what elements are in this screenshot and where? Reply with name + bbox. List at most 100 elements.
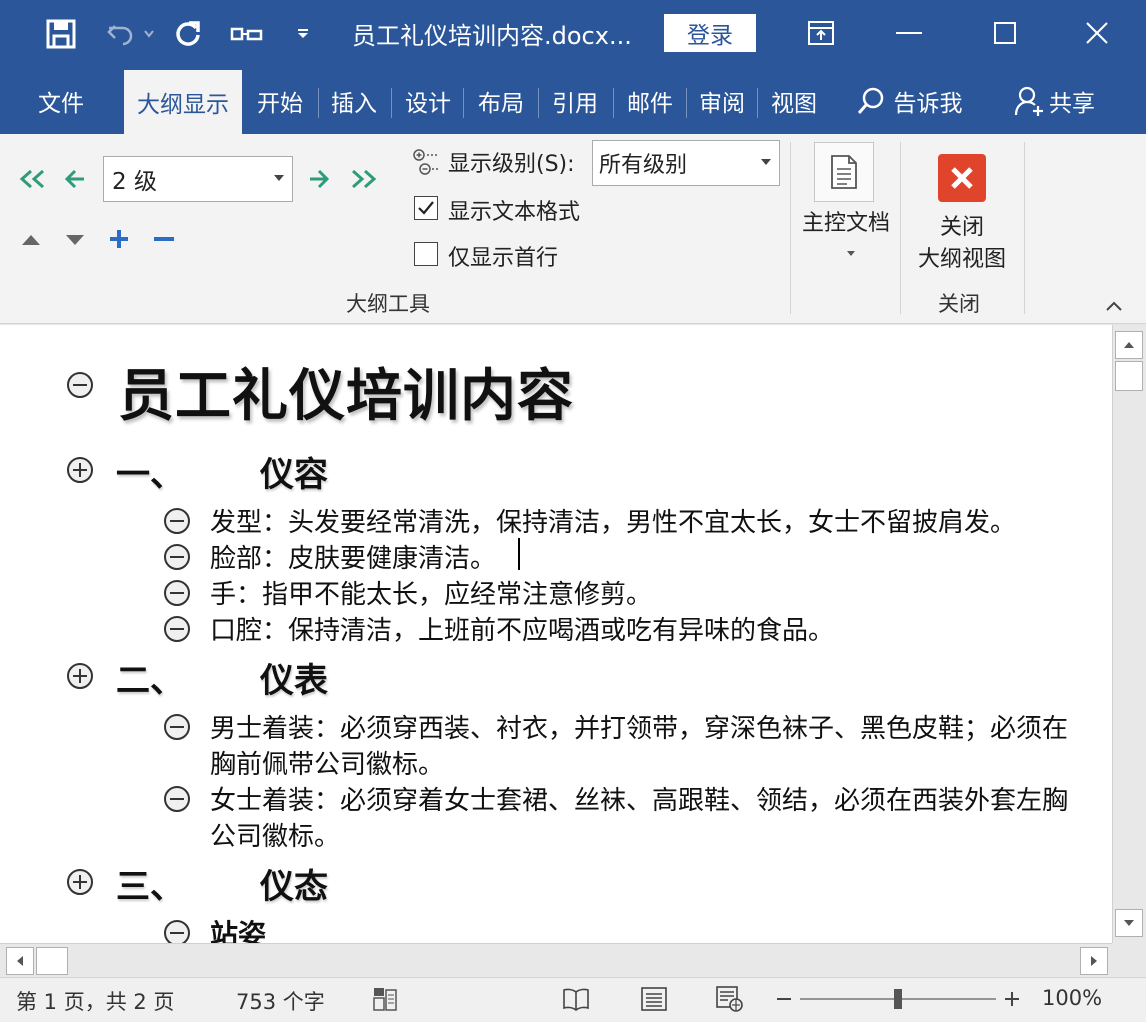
move-up-icon[interactable]	[18, 228, 44, 252]
tab-layout[interactable]: 布局	[469, 68, 533, 134]
scroll-left-icon[interactable]	[6, 947, 34, 975]
zoom-in-icon[interactable]	[1002, 988, 1022, 1010]
tab-outline[interactable]: 大纲显示	[124, 70, 242, 134]
maximize-icon[interactable]	[980, 8, 1030, 58]
horizontal-scroll-thumb[interactable]	[36, 947, 68, 975]
vertical-scrollbar[interactable]	[1112, 325, 1146, 943]
save-icon[interactable]	[36, 10, 86, 58]
close-outline-view-button[interactable]: 关闭 大纲视图	[908, 212, 1016, 276]
outline-collapse-symbol[interactable]	[164, 616, 190, 642]
share-label: 共享	[1049, 84, 1095, 118]
tab-references[interactable]: 引用	[543, 68, 607, 134]
outline-collapse-symbol[interactable]	[164, 714, 190, 740]
document-heading[interactable]: 员工礼仪培训内容	[118, 351, 574, 432]
tab-view[interactable]: 视图	[762, 68, 826, 134]
show-first-line-only-checkbox[interactable]	[414, 242, 438, 266]
outline-collapse-symbol[interactable]	[164, 786, 190, 812]
login-button[interactable]: 登录	[664, 14, 756, 52]
demote-to-body-text-icon[interactable]	[346, 164, 382, 194]
group-divider	[790, 142, 791, 314]
demote-icon[interactable]	[304, 164, 334, 194]
print-layout-icon[interactable]	[638, 984, 670, 1014]
tab-separator	[757, 88, 758, 118]
promote-icon[interactable]	[60, 164, 90, 194]
word-count[interactable]: 753 个字	[236, 986, 325, 1016]
zoom-slider-thumb[interactable]	[894, 989, 902, 1009]
scroll-down-icon[interactable]	[1115, 909, 1143, 937]
collapse-ribbon-icon[interactable]	[1102, 296, 1126, 316]
zoom-slider[interactable]	[798, 988, 998, 1010]
tab-insert[interactable]: 插入	[322, 68, 386, 134]
vertical-scroll-thumb[interactable]	[1115, 361, 1143, 391]
section-number[interactable]: 二、	[116, 653, 184, 702]
zoom-level[interactable]: 100%	[1042, 986, 1102, 1010]
body-text-line[interactable]: 女士着装：必须穿着女士套裙、丝袜、高跟鞋、领结，必须在西装外套左胸	[210, 780, 1068, 817]
body-text-line[interactable]: 手：指甲不能太长，应经常注意修剪。	[210, 574, 652, 611]
minimize-icon[interactable]	[884, 8, 934, 58]
zoom-out-icon[interactable]	[774, 988, 794, 1010]
section-title[interactable]: 仪表	[260, 653, 328, 702]
scroll-up-icon[interactable]	[1115, 331, 1143, 359]
outline-collapse-symbol[interactable]	[164, 544, 190, 570]
tab-separator	[463, 88, 464, 118]
section-title[interactable]: 仪容	[260, 447, 328, 496]
body-text-line[interactable]: 口腔：保持清洁，上班前不应喝酒或吃有异味的食品。	[210, 610, 834, 647]
section-title[interactable]: 仪态	[260, 859, 328, 908]
promote-to-heading1-icon[interactable]	[14, 164, 50, 194]
body-text-line[interactable]: 站姿	[210, 913, 266, 943]
page-info[interactable]: 第 1 页，共 2 页	[16, 986, 174, 1016]
tab-separator	[686, 88, 687, 118]
section-number[interactable]: 三、	[116, 859, 184, 908]
tab-file[interactable]: 文件	[22, 68, 100, 134]
outline-expand-symbol[interactable]	[67, 663, 93, 689]
proofing-icon[interactable]	[370, 984, 400, 1014]
read-mode-icon[interactable]	[560, 984, 592, 1014]
master-document-icon[interactable]	[814, 142, 874, 202]
expand-icon[interactable]	[106, 226, 132, 252]
undo-icon[interactable]	[100, 10, 140, 58]
show-level-select[interactable]: 所有级别	[592, 140, 780, 186]
outline-collapse-symbol[interactable]	[164, 580, 190, 606]
tell-me-search[interactable]: 告诉我	[844, 68, 974, 134]
outline-collapse-symbol[interactable]	[67, 372, 93, 398]
undo-dropdown-icon[interactable]	[140, 10, 158, 58]
close-outline-view-icon[interactable]	[938, 154, 986, 202]
chevron-down-icon[interactable]	[843, 246, 859, 260]
horizontal-scrollbar[interactable]	[0, 943, 1112, 977]
move-down-icon[interactable]	[62, 228, 88, 252]
section-number[interactable]: 一、	[116, 447, 184, 496]
tab-separator	[391, 88, 392, 118]
close-icon[interactable]	[1072, 8, 1122, 58]
person-add-icon	[1013, 85, 1045, 117]
share-button[interactable]: 共享	[1004, 68, 1104, 134]
redo-icon[interactable]	[166, 10, 210, 58]
tab-separator	[318, 88, 319, 118]
body-text-line[interactable]: 胸前佩带公司徽标。	[210, 744, 444, 781]
outline-expand-symbol[interactable]	[67, 869, 93, 895]
collapse-icon[interactable]	[150, 226, 178, 252]
ribbon-tab-bar: 文件 大纲显示 开始 插入 设计 布局 引用 邮件 审阅 视图 告诉我 共享	[0, 68, 1146, 134]
tab-home[interactable]: 开始	[248, 68, 312, 134]
body-text-line[interactable]: 公司徽标。	[210, 816, 340, 853]
outline-expand-symbol[interactable]	[67, 457, 93, 483]
checkmark-icon	[417, 200, 435, 216]
touch-mode-icon[interactable]	[222, 10, 272, 58]
tab-review[interactable]: 审阅	[690, 68, 754, 134]
outline-collapse-symbol[interactable]	[164, 920, 190, 943]
web-layout-icon[interactable]	[714, 984, 746, 1014]
body-text-line[interactable]: 男士着装：必须穿西装、衬衣，并打领带，穿深色袜子、黑色皮鞋；必须在	[210, 708, 1068, 745]
outline-level-select[interactable]: 2 级	[103, 156, 293, 202]
customize-qat-icon[interactable]	[288, 10, 318, 58]
master-document-label[interactable]: 主控文档	[798, 208, 894, 240]
close-outline-view-label-line1: 关闭	[908, 212, 1016, 244]
document-canvas[interactable]: 员工礼仪培训内容 一、 仪容 发型：头发要经常清洗，保持清洁，男性不宜太长，女士…	[0, 325, 1112, 943]
body-text-line[interactable]: 脸部：皮肤要健康清洁。	[210, 538, 496, 575]
ribbon-display-options-icon[interactable]	[796, 8, 846, 58]
body-text-line[interactable]: 发型：头发要经常清洗，保持清洁，男性不宜太长，女士不留披肩发。	[210, 502, 1016, 539]
text-cursor	[518, 538, 520, 570]
outline-collapse-symbol[interactable]	[164, 508, 190, 534]
scroll-right-icon[interactable]	[1080, 947, 1108, 975]
tab-mailings[interactable]: 邮件	[618, 68, 682, 134]
show-text-formatting-checkbox[interactable]	[414, 196, 438, 220]
tab-design[interactable]: 设计	[396, 68, 460, 134]
